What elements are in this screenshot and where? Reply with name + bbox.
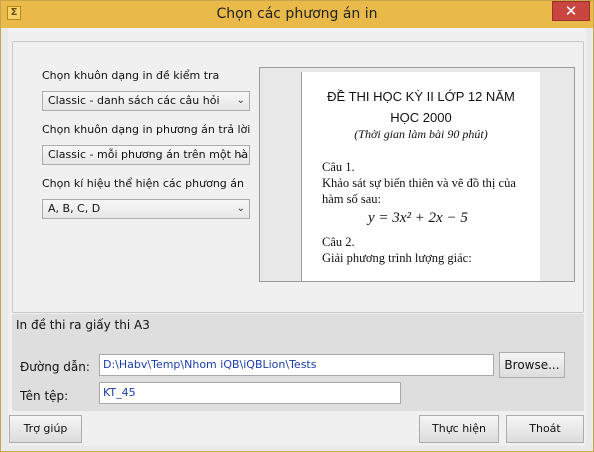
symbol-label: Chọn kí hiệu thể hiện các phương án: [42, 177, 245, 190]
chevron-down-icon: ⌄: [236, 95, 245, 106]
help-button[interactable]: Trợ giúp: [9, 415, 82, 443]
options-group: Chọn khuôn dạng in đề kiểm tra Classic -…: [12, 41, 584, 313]
preview-title-line2: HỌC 2000: [390, 110, 452, 125]
preview-title-line1: ĐỀ THI HỌC KỲ II LỚP 12 NĂM: [327, 89, 515, 104]
preview-q1-text2: hàm số sau:: [322, 192, 382, 206]
close-button[interactable]: ✕: [552, 1, 590, 21]
exam-format-value: Classic - danh sách các câu hỏi: [48, 94, 220, 107]
preview-q1-formula: y = 3x² + 2x − 5: [368, 210, 468, 226]
print-preview[interactable]: ĐỀ THI HỌC KỲ II LỚP 12 NĂM HỌC 2000 (Th…: [259, 67, 575, 282]
exam-format-select[interactable]: Classic - danh sách các câu hỏi ⌄: [42, 91, 250, 111]
preview-q2-text: Giải phương trình lượng giác:: [322, 251, 472, 265]
filename-input[interactable]: KT_45: [99, 382, 401, 404]
title-bar[interactable]: Σ Chọn các phương án in ✕: [1, 1, 593, 28]
path-label: Đường dẫn:: [20, 360, 90, 374]
exit-button[interactable]: Thoát: [506, 415, 584, 443]
exam-format-label: Chọn khuôn dạng in đề kiểm tra: [42, 69, 220, 82]
run-button[interactable]: Thực hiện: [419, 415, 499, 443]
window-title: Chọn các phương án in: [216, 6, 378, 22]
filename-label: Tên tệp:: [20, 389, 69, 403]
answer-format-value: Classic - mỗi phương án trên một hàng: [48, 148, 250, 161]
dialog-client-area: Chọn khuôn dạng in đề kiểm tra Classic -…: [8, 28, 586, 446]
answer-format-label: Chọn khuôn dạng in phương án trả lời: [42, 123, 251, 136]
symbol-select[interactable]: A, B, C, D ⌄: [42, 199, 250, 219]
preview-q1-label: Câu 1.: [322, 160, 355, 174]
symbol-value: A, B, C, D: [48, 202, 101, 215]
path-input[interactable]: D:\Habv\Temp\Nhom iQB\iQBLion\Tests: [99, 354, 494, 376]
print-a3-label: In đề thi ra giấy thi A3: [16, 318, 150, 332]
chevron-down-icon: ⌄: [236, 149, 245, 160]
output-settings-area: In đề thi ra giấy thi A3 Đường dẫn: D:\H…: [12, 314, 584, 411]
preview-subtitle: (Thời gian làm bài 90 phút): [354, 127, 488, 141]
preview-q2-label: Câu 2.: [322, 235, 355, 249]
preview-page: ĐỀ THI HỌC KỲ II LỚP 12 NĂM HỌC 2000 (Th…: [301, 72, 540, 281]
browse-button[interactable]: Browse...: [499, 352, 565, 378]
answer-format-select[interactable]: Classic - mỗi phương án trên một hàng ⌄: [42, 145, 250, 165]
dialog-window: Σ Chọn các phương án in ✕ Chọn khuôn dạn…: [0, 0, 594, 452]
preview-q1-text1: Khảo sát sự biến thiên và vẽ đồ thị của: [322, 176, 516, 190]
chevron-down-icon: ⌄: [236, 203, 245, 214]
